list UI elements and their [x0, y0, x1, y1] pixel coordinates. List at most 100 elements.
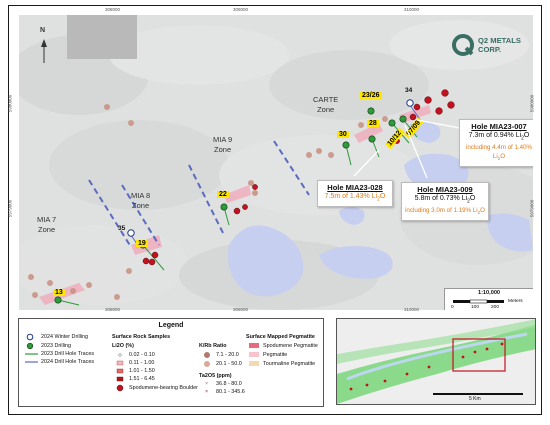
drill-collar-07-09[interactable]: [399, 115, 407, 123]
legend-title: Legend: [158, 322, 184, 329]
callout-including: including 4.4m of 1.40% Li2O: [463, 143, 533, 163]
legend-krb-title: K/Rb Ratio: [199, 343, 227, 349]
legend-li2o-title: Li2O (%): [112, 343, 134, 349]
legend-rock-title: Surface Rock Samples: [112, 334, 171, 340]
hole-label-28: 28: [367, 120, 379, 127]
callout-title: Hole MIA23-007: [471, 122, 527, 131]
cleared-area: [67, 15, 137, 59]
zone-label-mia8: MIA 8 Zone: [131, 191, 150, 211]
coord-top-3: 310000: [404, 7, 420, 12]
coord-bottom-3: 310000: [404, 307, 420, 312]
legend-peg-class-3: Tourmaline Pegmatite: [263, 361, 316, 367]
logo-mark-icon: [452, 34, 474, 56]
callout-main-end: O: [523, 132, 530, 139]
drill-collar-22[interactable]: [220, 203, 228, 211]
sample-point-high: [233, 207, 241, 215]
hole-label-22: 22: [217, 191, 229, 198]
sample-point-high: [242, 204, 248, 210]
legend-li2o-class-2: 0.11 - 1.00: [129, 360, 155, 366]
hole-label-35: 35: [118, 225, 126, 232]
sample-point-high: [148, 258, 156, 266]
coord-right-1: 5980000: [529, 94, 535, 113]
callout-main-end: O: [379, 193, 386, 200]
legend-li2o-class-1: 0.02 - 0.10: [129, 352, 155, 358]
callout-mia23-007: Hole MIA23-007 7.3m of 0.94% Li2O includ…: [459, 119, 533, 167]
callout-inc-end: O: [480, 207, 485, 215]
zone-line2: Zone: [132, 201, 150, 210]
inset-scale-bar: [433, 393, 523, 395]
sample-point: [358, 122, 364, 128]
sample-point: [306, 152, 312, 158]
drill-collar-23-26[interactable]: [367, 107, 375, 115]
callout-inc-end: O: [500, 153, 506, 161]
legend-ta-title: Ta2O5 (ppm): [199, 373, 232, 379]
scale-bar: 1:10,000 0 100 200 Meters: [444, 288, 533, 310]
callout-including: including 3.0m of 1.19% Li2O: [405, 206, 485, 217]
zone-line1: MIA 8: [131, 191, 151, 200]
company-logo: Q2 METALS CORP.: [451, 29, 533, 65]
coord-right-2: 5979000: [529, 199, 535, 218]
sample-point-high: [441, 89, 449, 97]
legend-panel: Legend 2024 Winter Drilling 2023 Drillin…: [18, 318, 324, 407]
callout-main: 7.3m of 0.94% Li2O: [463, 131, 533, 143]
legend-krb-symbols: [204, 352, 210, 367]
legend-ta-class-1: 36.8 - 80.0: [216, 381, 242, 387]
north-label: N: [40, 27, 46, 34]
sample-point: [128, 120, 134, 126]
scale-unit: Meters: [508, 299, 523, 304]
sample-point: [28, 274, 34, 280]
zone-label-mia9: MIA 9 Zone: [213, 135, 232, 155]
coord-bottom-2: 309000: [233, 307, 249, 312]
legend-peg-class-2: Pegmatite: [263, 352, 288, 358]
coord-left-1: 5980000: [7, 94, 13, 113]
drill-collar-30[interactable]: [342, 141, 350, 149]
sample-point: [104, 104, 110, 110]
drill-collar-34[interactable]: [406, 99, 414, 107]
drill-collar-35[interactable]: [127, 229, 135, 237]
inset-map-canvas: [337, 319, 535, 404]
legend-trace-2024: 2024 Drill Hole Traces: [41, 359, 95, 365]
callout-title: Hole MIA23-028: [327, 183, 383, 192]
drill-collar-28[interactable]: [368, 135, 376, 143]
sample-point-high: [435, 107, 443, 115]
drill-collar-13[interactable]: [54, 296, 62, 304]
scale-tick-100: 100: [471, 305, 480, 310]
legend-li2o-class-3: 1.01 - 1.50: [129, 368, 155, 374]
legend-peg-class-1: Spodumene Pegmatite: [263, 343, 318, 349]
scale-tick-0: 0: [451, 305, 454, 310]
legend-li2o-symbols: [116, 353, 124, 392]
zone-line1: MIA 7: [37, 215, 57, 224]
drilling-2023-icon: [26, 342, 34, 350]
winter-drilling-icon: [26, 333, 34, 341]
sample-point: [252, 190, 258, 196]
callout-main-text: 7.3m of 0.94% Li: [468, 132, 522, 139]
sample-point: [47, 280, 53, 286]
zone-line1: MIA 9: [213, 135, 233, 144]
legend-peg-symbols: [249, 343, 259, 366]
sample-point: [114, 294, 120, 300]
sample-point-high: [151, 251, 159, 259]
callout-inc-text: including 3.0m of 1.19% Li: [405, 207, 478, 215]
sample-point-high: [424, 96, 432, 104]
legend-ta-x2: ×: [205, 389, 209, 395]
legend-drilling-2023: 2023 Drilling: [41, 343, 71, 349]
legend-ta-class-2: 80.1 - 345.6: [216, 389, 245, 395]
legend-krb-class-1: 7.1 - 20.0: [216, 352, 239, 358]
sample-point-high: [447, 101, 455, 109]
main-map: N Q2 METALS CORP. CARTE Zone MIA 9 Zone …: [19, 15, 533, 310]
callout-title: Hole MIA23-009: [417, 185, 473, 194]
hole-label-23-26: 23/26: [360, 92, 382, 99]
callout-mia23-028: Hole MIA23-028 7.5m of 1.43% Li2O: [317, 180, 393, 208]
drill-collar-10-12[interactable]: [388, 119, 396, 127]
inset-scale-label: 5 Km: [469, 396, 481, 402]
zone-label-mia7: MIA 7 Zone: [37, 215, 56, 235]
callout-main: 5.8m of 0.73% Li2O: [405, 194, 485, 206]
logo-text-line2: CORP.: [478, 45, 502, 54]
logo-text-line1: Q2 METALS: [478, 36, 521, 45]
sample-point-high: [409, 113, 417, 121]
sample-point: [32, 292, 38, 298]
legend-li2o-class-4: 1.51 - 6.45: [129, 376, 155, 382]
hole-label-13: 13: [53, 289, 65, 296]
sample-point: [126, 268, 132, 274]
legend-boulder: Spodumene-bearing Boulder: [129, 385, 198, 391]
